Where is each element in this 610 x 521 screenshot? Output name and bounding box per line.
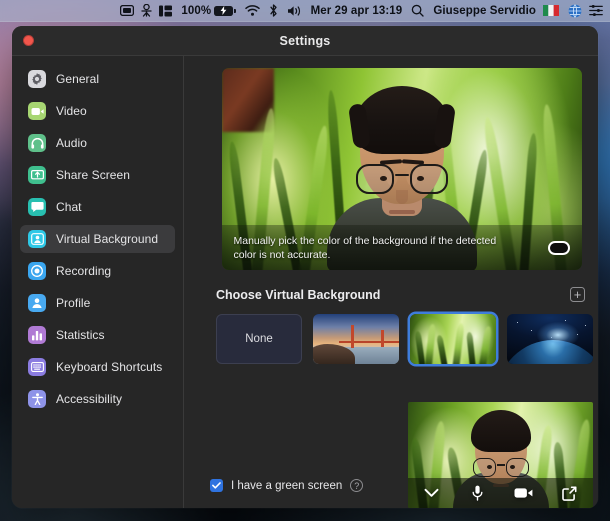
search-icon[interactable] (411, 4, 424, 17)
wifi-icon[interactable] (244, 5, 260, 16)
mini-camera-preview[interactable] (408, 402, 593, 508)
sidebar-item-virtual-background[interactable]: Virtual Background (20, 225, 175, 253)
sidebar-item-label: Audio (56, 136, 87, 150)
background-earth[interactable] (507, 314, 593, 364)
chevron-down-icon[interactable] (416, 481, 446, 505)
stage-manager-icon[interactable] (159, 5, 173, 17)
person-icon (28, 294, 46, 312)
sidebar-item-label: Chat (56, 200, 82, 214)
background-none[interactable]: None (216, 314, 302, 364)
background-grass[interactable] (410, 314, 496, 364)
sidebar-item-label: Recording (56, 264, 112, 278)
accessibility-icon (28, 390, 46, 408)
menubar-clock[interactable]: Mer 29 apr 13:19 (311, 5, 403, 17)
virtual-background-icon (28, 230, 46, 248)
settings-window: Settings General Video Audio Share Scree… (12, 26, 598, 508)
bluetooth-icon[interactable] (269, 4, 278, 17)
menubar-user[interactable]: Giuseppe Servidio (433, 5, 536, 17)
battery-status[interactable]: 100% (181, 4, 236, 17)
sidebar-item-accessibility[interactable]: Accessibility (20, 385, 175, 413)
video-camera-icon[interactable] (509, 481, 539, 505)
sidebar-item-recording[interactable]: Recording (20, 257, 175, 285)
mini-preview-toolbar (408, 478, 593, 508)
chat-bubble-icon (28, 198, 46, 216)
panel-bottom-row: I have a green screen ? (210, 402, 593, 508)
sidebar-item-label: General (56, 72, 100, 86)
sidebar-item-label: Statistics (56, 328, 105, 342)
background-color-swatch[interactable] (547, 240, 570, 255)
sidebar-item-statistics[interactable]: Statistics (20, 321, 175, 349)
camera-preview[interactable]: Manually pick the color of the backgroun… (221, 68, 582, 270)
sidebar-item-profile[interactable]: Profile (20, 289, 175, 317)
gear-icon (28, 70, 46, 88)
globe-icon[interactable] (568, 3, 582, 18)
share-arrow-icon[interactable] (555, 481, 585, 505)
green-screen-checkbox[interactable] (210, 479, 223, 492)
keyboard-icon (28, 358, 46, 376)
background-thumbnail-list: None (216, 314, 593, 364)
screen-recording-icon[interactable] (141, 4, 152, 17)
sidebar-item-label: Share Screen (56, 168, 130, 182)
sidebar-item-label: Keyboard Shortcuts (56, 360, 163, 374)
green-screen-label: I have a green screen (231, 479, 343, 492)
green-screen-option: I have a green screen ? (210, 479, 364, 508)
bar-chart-icon (28, 326, 46, 344)
sidebar-item-share-screen[interactable]: Share Screen (20, 161, 175, 189)
control-center-icon[interactable] (589, 5, 603, 16)
sidebar-item-label: Video (56, 104, 87, 118)
help-icon[interactable]: ? (350, 479, 364, 492)
virtual-background-panel: Manually pick the color of the backgroun… (184, 56, 598, 508)
sidebar-item-label: Accessibility (56, 392, 122, 406)
window-title: Settings (279, 33, 331, 48)
preview-hint-bar: Manually pick the color of the backgroun… (221, 225, 582, 270)
italy-flag-icon[interactable] (543, 5, 559, 16)
microphone-icon[interactable] (462, 481, 492, 505)
battery-charging-icon (214, 5, 236, 16)
share-screen-icon (28, 166, 46, 184)
sidebar-item-label: Profile (56, 296, 91, 310)
background-none-label: None (245, 333, 273, 345)
sidebar-item-label: Virtual Background (56, 232, 159, 246)
background-golden-gate[interactable] (313, 314, 399, 364)
record-icon (28, 262, 46, 280)
add-background-button[interactable]: + (570, 287, 585, 302)
battery-percent-label: 100% (181, 4, 212, 17)
sidebar-item-video[interactable]: Video (20, 97, 175, 125)
preview-hint-text: Manually pick the color of the backgroun… (233, 234, 497, 261)
sidebar-item-keyboard-shortcuts[interactable]: Keyboard Shortcuts (20, 353, 175, 381)
sidebar-item-general[interactable]: General (20, 65, 175, 93)
choose-background-header: Choose Virtual Background + (216, 287, 585, 302)
display-mirror-icon[interactable] (120, 5, 135, 16)
settings-sidebar: General Video Audio Share Screen Chat Vi… (12, 56, 184, 508)
volume-icon[interactable] (287, 5, 302, 17)
sidebar-item-chat[interactable]: Chat (20, 193, 175, 221)
macos-menu-bar: 100% Mer 29 apr 13:19 Giuseppe Servidio (0, 0, 610, 22)
sidebar-item-audio[interactable]: Audio (20, 129, 175, 157)
section-title: Choose Virtual Background (216, 287, 381, 302)
window-titlebar: Settings (12, 26, 598, 56)
video-camera-icon (28, 102, 46, 120)
close-window-button[interactable] (23, 35, 34, 46)
headphones-icon (28, 134, 46, 152)
